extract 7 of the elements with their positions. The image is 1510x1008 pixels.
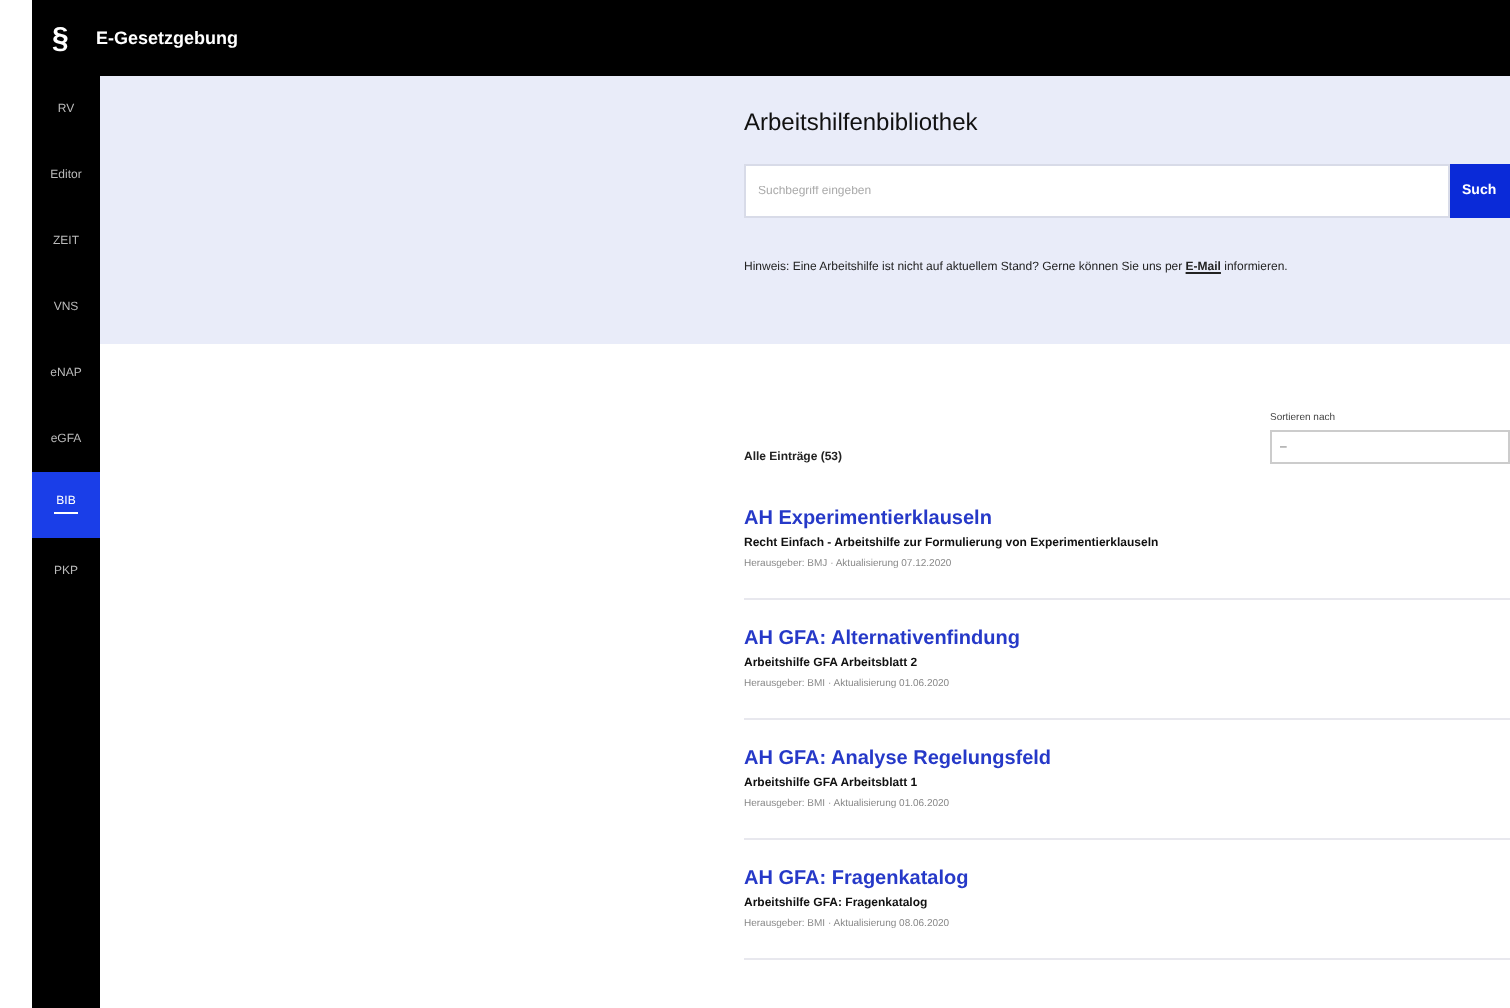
entry-title-link[interactable]: AH GFA: Fragenkatalog [744, 868, 969, 890]
entry-title-link[interactable]: AH Experimentierklauseln [744, 508, 992, 530]
page-title: Arbeitshilfenbibliothek [744, 108, 980, 136]
app-logo: § [52, 21, 71, 55]
entry-title-link[interactable]: AH GFA: Alternativenfindung [744, 628, 1020, 650]
entry-title-link[interactable]: AH GFA: Analyse Regelungsfeld [744, 748, 1052, 770]
app-title: E-Gesetzgebung [96, 28, 239, 48]
